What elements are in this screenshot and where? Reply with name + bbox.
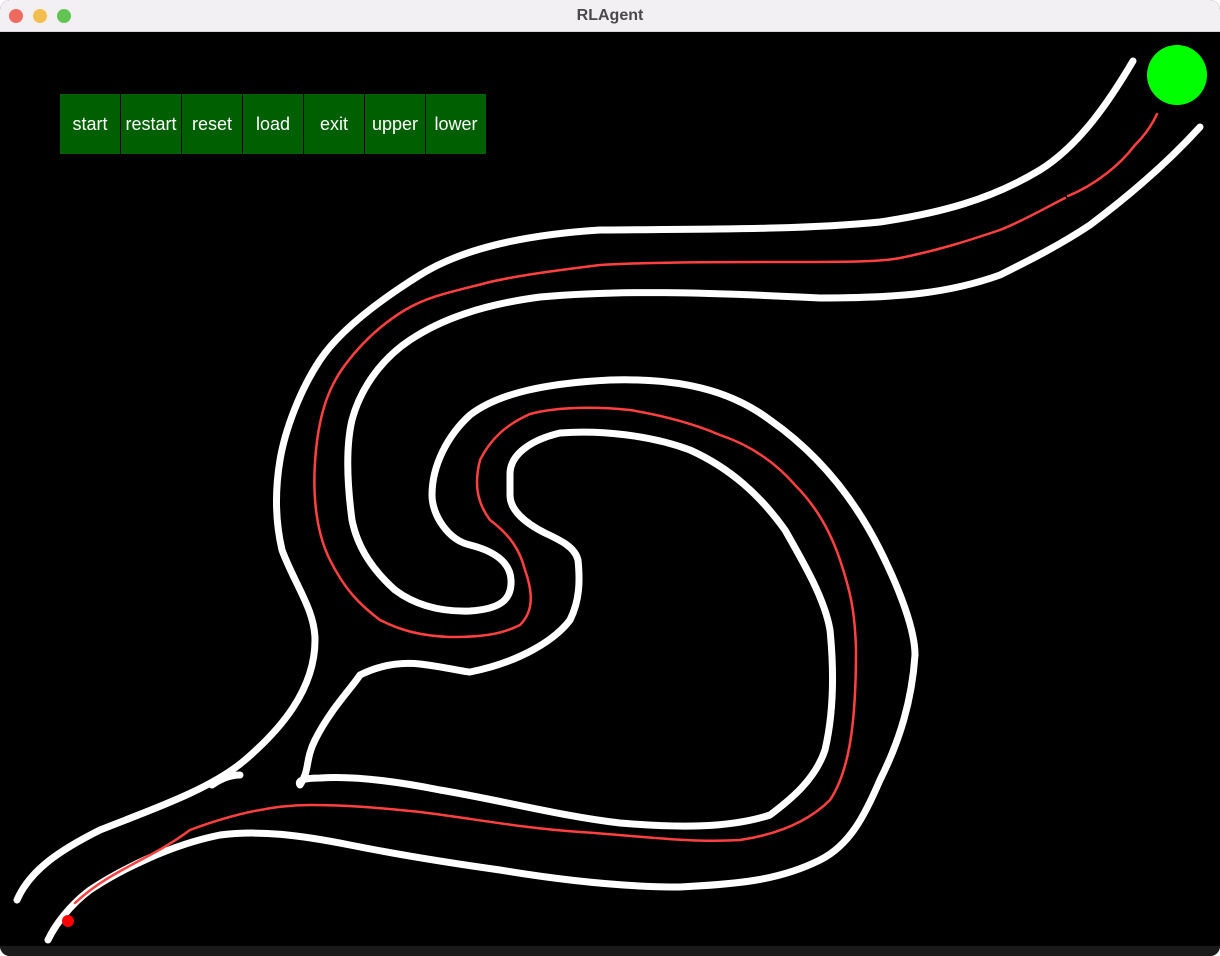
app-window: RLAgent start restart reset load exit up… xyxy=(0,0,1220,956)
start-button[interactable]: start xyxy=(60,94,120,154)
control-toolbar: start restart reset load exit upper lowe… xyxy=(60,94,487,154)
window-bottom-edge xyxy=(0,946,1220,956)
exit-button[interactable]: exit xyxy=(304,94,364,154)
lower-button[interactable]: lower xyxy=(426,94,486,154)
upper-button[interactable]: upper xyxy=(365,94,425,154)
agent-marker xyxy=(62,915,74,927)
goal-marker xyxy=(1147,45,1207,105)
load-button[interactable]: load xyxy=(243,94,303,154)
reset-button[interactable]: reset xyxy=(182,94,242,154)
restart-button[interactable]: restart xyxy=(121,94,181,154)
